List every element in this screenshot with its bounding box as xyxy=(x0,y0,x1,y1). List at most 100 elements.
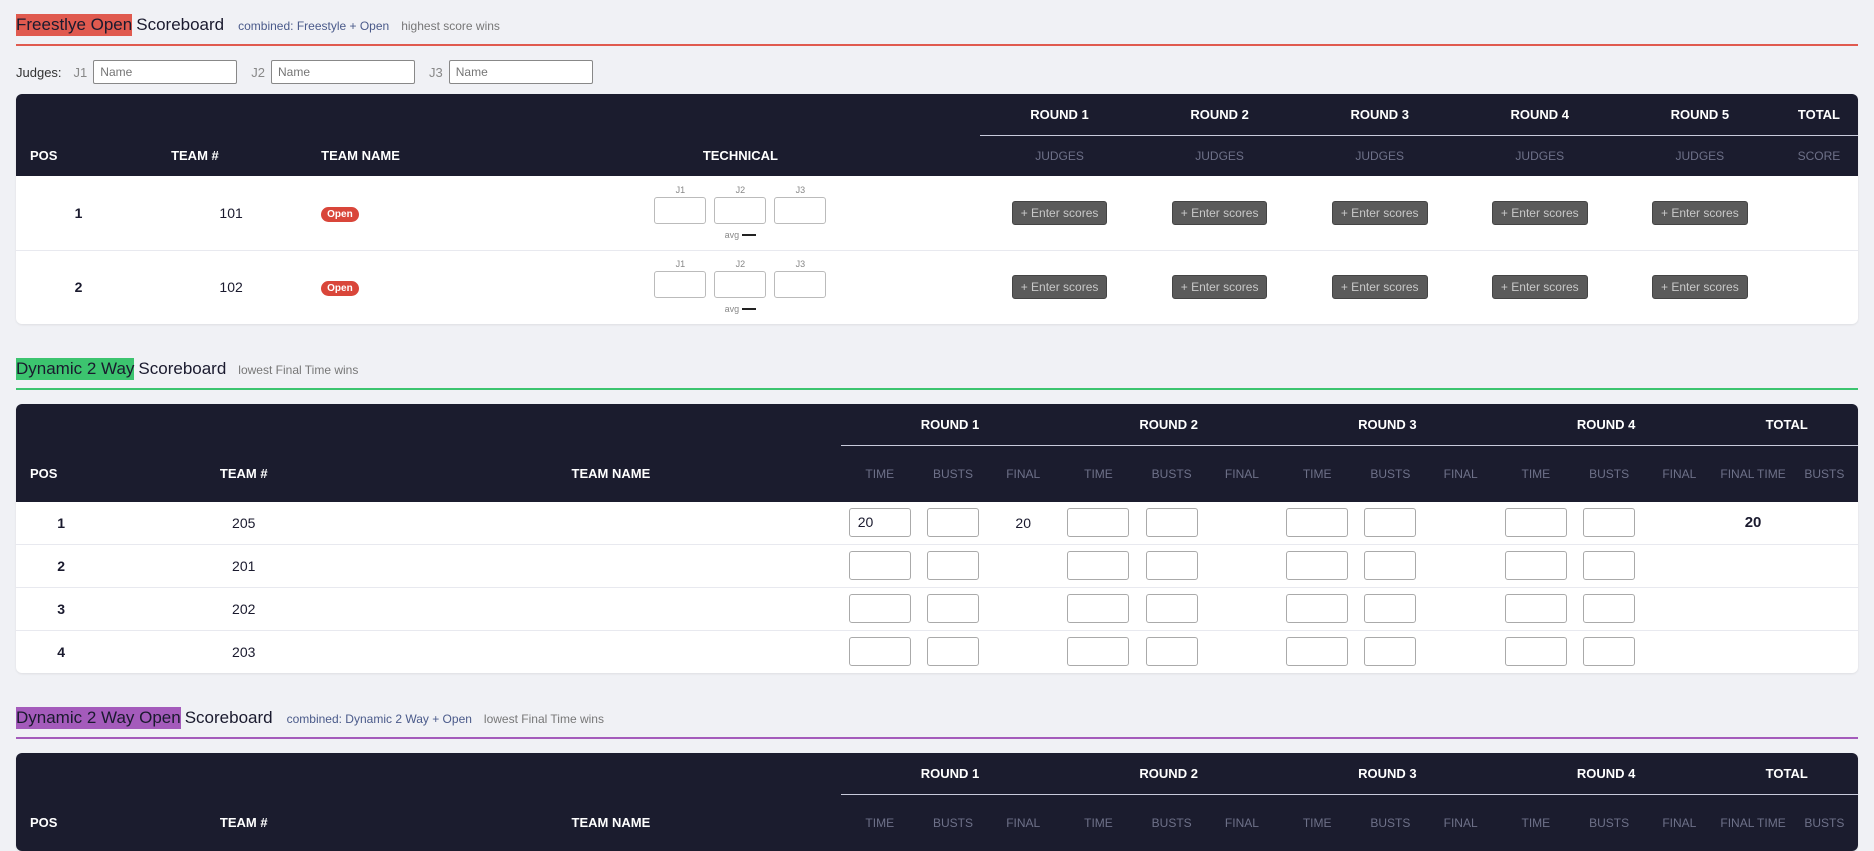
round-2-time-input[interactable] xyxy=(1067,508,1130,538)
round-4-busts-input[interactable] xyxy=(1583,594,1636,623)
pos-cell: 4 xyxy=(57,643,66,660)
round-4-time-input[interactable] xyxy=(1504,594,1567,623)
enter-scores-button[interactable]: + Enter scores xyxy=(1331,200,1428,225)
round-3-time-input[interactable] xyxy=(1286,551,1349,580)
round-2-busts-input[interactable] xyxy=(1145,637,1198,667)
round-2-time-input[interactable] xyxy=(1067,637,1130,667)
tech-j1-label: J1 xyxy=(675,184,686,195)
team-num-cell: 205 xyxy=(232,514,256,531)
time-subheader: TIME xyxy=(865,815,895,830)
round-3-time-input[interactable] xyxy=(1286,637,1349,667)
round-2-busts-input[interactable] xyxy=(1145,594,1198,623)
enter-scores-button[interactable]: + Enter scores xyxy=(1652,200,1748,225)
enter-scores-button[interactable]: + Enter scores xyxy=(1171,275,1268,300)
judges-subheader: JUDGES xyxy=(1515,148,1565,163)
time-subheader: TIME xyxy=(1521,466,1551,481)
team-num-cell: 102 xyxy=(219,279,243,296)
busts-subheader: BUSTS xyxy=(1370,815,1411,830)
round-3-time-input[interactable] xyxy=(1286,508,1349,538)
total-final-time-cell xyxy=(1715,587,1790,630)
round-4-busts-input[interactable] xyxy=(1583,508,1636,538)
round-4-final-cell xyxy=(1643,544,1715,587)
time-subheader: TIME xyxy=(1302,466,1332,481)
busts-subheader: BUSTS xyxy=(1370,466,1411,481)
round-1-busts-input[interactable] xyxy=(926,594,979,623)
team-num-header: TEAM # xyxy=(171,148,219,163)
round-5-header: ROUND 5 xyxy=(1619,94,1780,136)
pos-header: POS xyxy=(30,148,58,163)
enter-scores-button[interactable]: + Enter scores xyxy=(1171,200,1268,225)
round-4-busts-input[interactable] xyxy=(1583,551,1636,580)
judge-slot-2: J2 xyxy=(251,60,416,84)
round-3-time-input[interactable] xyxy=(1286,594,1349,623)
total-final-time-cell xyxy=(1715,630,1790,673)
enter-scores-button[interactable]: + Enter scores xyxy=(1491,200,1588,225)
final-subheader: FINAL xyxy=(1443,815,1478,830)
enter-scores-button[interactable]: + Enter scores xyxy=(1652,275,1748,300)
round-4-final-cell xyxy=(1643,630,1715,673)
round-3-busts-input[interactable] xyxy=(1364,594,1417,623)
scoreboard-label: Scoreboard xyxy=(136,15,225,34)
round-2-final-cell xyxy=(1206,587,1278,630)
round-2-time-input[interactable] xyxy=(1067,551,1130,580)
total-final-time-cell xyxy=(1715,544,1790,587)
round-1-time-input[interactable] xyxy=(848,594,911,623)
round-3-busts-input[interactable] xyxy=(1364,637,1417,667)
busts-subheader: BUSTS xyxy=(1589,815,1630,830)
time-subheader: TIME xyxy=(1302,815,1332,830)
round-3-busts-input[interactable] xyxy=(1364,551,1417,580)
tech-avg-value xyxy=(742,233,757,236)
time-subheader: TIME xyxy=(865,466,895,481)
tech-j1-input[interactable] xyxy=(654,271,707,299)
round-1-time-input[interactable]: 20 xyxy=(848,508,911,538)
technical-header: TECHNICAL xyxy=(702,148,778,163)
round-4-header: ROUND 4 xyxy=(1496,753,1716,795)
enter-scores-button[interactable]: + Enter scores xyxy=(1331,275,1428,300)
round-4-header: ROUND 4 xyxy=(1459,94,1620,136)
table-row: 3 202 xyxy=(16,587,1858,630)
round-1-busts-input[interactable] xyxy=(926,508,979,538)
team-num-cell: 202 xyxy=(232,600,256,617)
tech-j3-input[interactable] xyxy=(774,271,827,299)
round-1-busts-input[interactable] xyxy=(926,637,979,667)
tech-j2-label: J2 xyxy=(735,184,746,195)
tech-j2-input[interactable] xyxy=(714,196,767,224)
round-3-header: ROUND 3 xyxy=(1278,404,1497,446)
round-2-busts-input[interactable] xyxy=(1145,551,1198,580)
team-name-cell xyxy=(381,544,840,587)
tech-j2-input[interactable] xyxy=(714,271,767,299)
round-1-busts-input[interactable] xyxy=(926,551,979,580)
enter-scores-button[interactable]: + Enter scores xyxy=(1011,200,1108,225)
round-1-time-input[interactable] xyxy=(848,551,911,580)
judge-3-name-input[interactable] xyxy=(448,60,593,84)
judge-2-name-input[interactable] xyxy=(271,60,416,84)
team-num-header: TEAM # xyxy=(219,815,268,830)
technical-scores: J1 J2 J3 avg xyxy=(654,259,827,315)
round-4-busts-input[interactable] xyxy=(1583,637,1636,667)
judges-subheader: JUDGES xyxy=(1355,148,1405,163)
round-4-time-input[interactable] xyxy=(1504,508,1567,538)
tech-avg-label: avg xyxy=(724,304,740,315)
round-4-time-input[interactable] xyxy=(1504,551,1567,580)
judges-row: Judges: J1 J2 J3 xyxy=(16,60,1858,84)
round-4-time-input[interactable] xyxy=(1504,637,1567,667)
time-subheader: TIME xyxy=(1084,466,1113,481)
tech-j3-input[interactable] xyxy=(774,196,827,224)
pos-cell: 2 xyxy=(57,557,66,574)
busts-subheader: BUSTS xyxy=(1804,466,1845,481)
category-tag: Freestlye Open xyxy=(16,14,133,36)
round-3-busts-input[interactable] xyxy=(1364,508,1417,538)
team-num-cell: 101 xyxy=(219,204,243,221)
tech-j1-input[interactable] xyxy=(654,196,707,224)
round-1-time-input[interactable] xyxy=(848,637,911,667)
freestyle-open-header: Freestlye Open Scoreboard combined: Free… xyxy=(16,0,1858,44)
pos-cell: 2 xyxy=(74,279,83,296)
enter-scores-button[interactable]: + Enter scores xyxy=(1491,275,1588,300)
round-2-busts-input[interactable] xyxy=(1145,508,1198,538)
judge-1-name-input[interactable] xyxy=(93,60,238,84)
round-2-time-input[interactable] xyxy=(1067,594,1130,623)
tech-j1-label: J1 xyxy=(675,259,686,270)
enter-scores-button[interactable]: + Enter scores xyxy=(1011,275,1108,300)
scoring-rule: lowest Final Time wins xyxy=(483,712,604,726)
total-busts-cell xyxy=(1791,630,1858,673)
